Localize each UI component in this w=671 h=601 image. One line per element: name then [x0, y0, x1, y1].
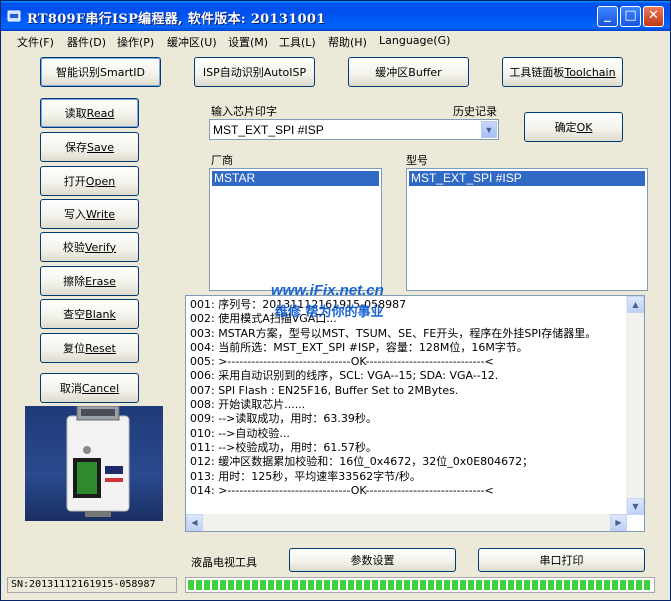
list-item-model-selected[interactable]: MST_EXT_SPI #ISP [409, 171, 645, 186]
scroll-up-icon[interactable]: ▲ [627, 296, 644, 313]
maximize-button[interactable]: □ [620, 6, 641, 27]
log-line: 008: 开始读取芯片...... [190, 398, 306, 412]
menu-bar: 文件(F) 器件(D) 操作(P) 缓冲区(U) 设置(M) 工具(L) 帮助(… [1, 31, 670, 51]
log-line: 001: 序列号：20131112161915-058987 [190, 298, 407, 311]
log-line: 009: -->读取成功，用时：63.39秒。 [190, 412, 377, 426]
programmer-icon [66, 405, 130, 517]
serial-number: SN:20131112161915-058987 [7, 577, 177, 593]
log-line: 004: 当前所选：MST_EXT_SPI #ISP，容量：128M位，16M字… [190, 340, 528, 354]
read-button[interactable]: 读取 Read [40, 98, 139, 128]
log-line: 002: 使用模式A扫描VGA口... [190, 312, 337, 326]
log-line: 007: SPI Flash : EN25F16, Buffer Set to … [190, 383, 459, 397]
watermark-url: www.iFix.net.cn [271, 282, 384, 299]
menu-operation[interactable]: 操作(P) [117, 34, 154, 50]
progress-bar [185, 577, 655, 593]
horizontal-scrollbar[interactable]: ◀ ▶ [186, 514, 627, 531]
save-button[interactable]: 保存 Save [40, 132, 139, 162]
watermark-slogan: 维修 帮为你的事业 [275, 305, 384, 320]
menu-file[interactable]: 文件(F) [17, 34, 54, 50]
log-line: 013: 用时：125秒，平均速率33562字节/秒。 [190, 469, 421, 483]
menu-device[interactable]: 器件(D) [67, 34, 106, 50]
verify-button[interactable]: 校验 Verify [40, 232, 139, 262]
menu-settings[interactable]: 设置(M) [228, 34, 268, 50]
smartid-button[interactable]: 智能识别 SmartID [40, 57, 161, 87]
history-label: 历史记录 [453, 105, 497, 118]
chip-input-label: 输入芯片印字 [211, 105, 277, 118]
serial-print-button[interactable]: 串口打印 [478, 548, 645, 572]
chevron-down-icon[interactable]: ▼ [481, 121, 497, 138]
status-bar: SN:20131112161915-058987 [1, 573, 670, 597]
title-bar[interactable]: RT809F串行ISP编程器, 软件版本: 20131001 _ □ ✕ [1, 1, 670, 31]
model-label: 型号 [406, 154, 428, 167]
programmer-device-image [25, 405, 163, 521]
model-list[interactable]: MST_EXT_SPI #ISP [406, 168, 648, 291]
window-title: RT809F串行ISP编程器, 软件版本: 20131001 [27, 12, 326, 27]
close-button[interactable]: ✕ [643, 6, 664, 27]
autoisp-button[interactable]: ISP自动识别 AutoISP [194, 57, 315, 87]
minimize-button[interactable]: _ [597, 6, 618, 27]
write-button[interactable]: 写入 Write [40, 199, 139, 229]
log-line: 006: 采用自动识别到的线序，SCL: VGA--15; SDA: VGA--… [190, 369, 499, 383]
open-button[interactable]: 打开 Open [40, 166, 139, 196]
scroll-left-icon[interactable]: ◀ [186, 514, 203, 531]
menu-tools[interactable]: 工具(L) [279, 34, 316, 50]
manufacturer-list[interactable]: MSTAR [209, 168, 382, 291]
minimize-icon: _ [604, 8, 611, 23]
progress-fill [188, 580, 652, 590]
main-window: RT809F串行ISP编程器, 软件版本: 20131001 _ □ ✕ 文件(… [0, 0, 671, 601]
menu-language[interactable]: Language(G) [379, 34, 450, 47]
ok-button[interactable]: 确定 OK [524, 112, 623, 142]
maximize-icon: □ [624, 8, 637, 23]
log-output[interactable]: 001: 序列号：20131112161915-058987 002: 使用模式A… [185, 295, 645, 532]
buffer-button[interactable]: 缓冲区 Buffer [348, 57, 469, 87]
app-icon [7, 10, 21, 22]
scroll-right-icon[interactable]: ▶ [610, 514, 627, 531]
log-line: 005: >-------------------------------OK-… [190, 355, 494, 369]
chip-marking-combobox[interactable]: MST_EXT_SPI #ISP ▼ [209, 119, 499, 140]
blank-button[interactable]: 查空 Blank [40, 299, 139, 329]
toolchain-button[interactable]: 工具链面板 Toolchain [502, 57, 623, 87]
tv-tool-label: 液晶电视工具 [191, 556, 257, 569]
cancel-button[interactable]: 取消 Cancel [40, 373, 139, 403]
manufacturer-label: 厂商 [211, 154, 233, 167]
scroll-down-icon[interactable]: ▼ [627, 498, 644, 515]
list-item-manufacturer-selected[interactable]: MSTAR [212, 171, 379, 186]
chip-marking-value: MST_EXT_SPI #ISP [213, 123, 324, 137]
vertical-scrollbar[interactable]: ▲ ▼ [626, 296, 644, 515]
reset-button[interactable]: 复位 Reset [40, 333, 139, 363]
menu-buffer[interactable]: 缓冲区(U) [167, 34, 217, 50]
log-lines: 001: 序列号：20131112161915-058987 002: 使用模式A… [190, 298, 628, 498]
close-icon: ✕ [648, 8, 659, 23]
log-line: 012: 缓冲区数据累加校验和：16位_0x4672，32位_0x0E80467… [190, 455, 534, 469]
log-line: 010: -->自动校验... [190, 426, 290, 440]
log-line: 003: MSTAR方案，型号以MST、TSUM、SE、FE开头，程序在外挂SP… [190, 326, 597, 340]
params-button[interactable]: 参数设置 [289, 548, 456, 572]
log-line: 011: -->校验成功，用时：61.57秒。 [190, 440, 377, 454]
log-line: 014: >-------------------------------OK-… [190, 483, 494, 497]
menu-help[interactable]: 帮助(H) [328, 34, 367, 50]
erase-button[interactable]: 擦除 Erase [40, 266, 139, 296]
